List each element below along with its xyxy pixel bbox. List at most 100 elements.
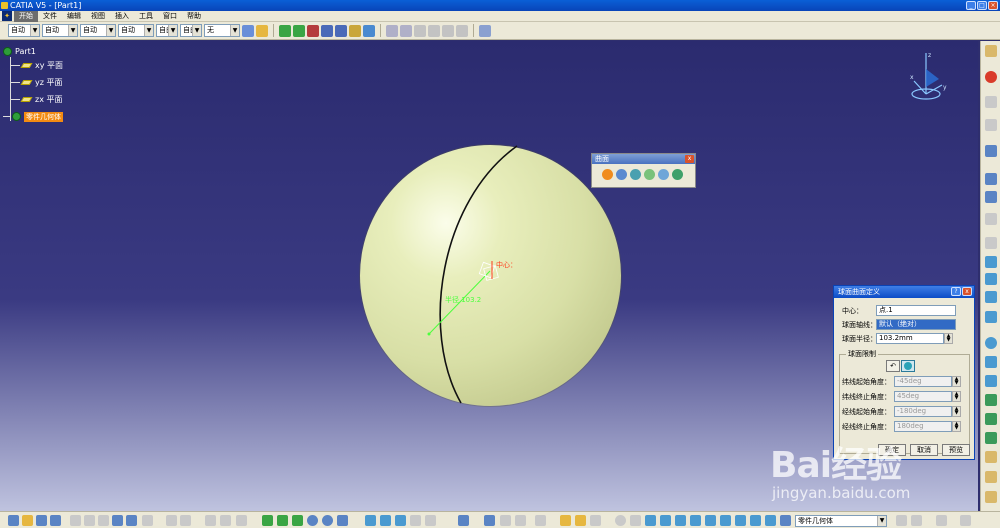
sweep-tool-icon[interactable] <box>658 169 669 180</box>
copy-icon[interactable] <box>84 515 95 526</box>
fill-color-combo[interactable]: 自动 ▼ <box>8 24 40 37</box>
tool-icon-3[interactable] <box>985 191 997 203</box>
tool-bottom-16-icon[interactable] <box>911 515 922 526</box>
pan-bottom-icon[interactable] <box>277 515 288 526</box>
tool-icon-2[interactable] <box>985 173 997 185</box>
iso-view-icon[interactable] <box>365 515 376 526</box>
transparency-combo[interactable]: 自动 ▼ <box>42 24 78 37</box>
tool-bottom-8-icon[interactable] <box>675 515 686 526</box>
tool-icon-17[interactable] <box>985 471 997 483</box>
tool-bottom-13-icon[interactable] <box>750 515 761 526</box>
comment-icon[interactable] <box>180 515 191 526</box>
cut-icon[interactable] <box>70 515 81 526</box>
menu-tools[interactable]: 工具 <box>134 11 158 22</box>
menu-start[interactable]: 开始 <box>14 10 38 22</box>
tool-icon-5[interactable] <box>985 237 997 249</box>
paste-icon[interactable] <box>98 515 109 526</box>
extrude-tool-icon[interactable] <box>616 169 627 180</box>
rotate-icon[interactable] <box>293 24 305 37</box>
parallel-start-spinner[interactable]: ▲ ▼ <box>952 376 961 387</box>
mirror-icon[interactable] <box>500 515 511 526</box>
menu-file[interactable]: 文件 <box>38 11 62 22</box>
painter-icon[interactable] <box>242 24 254 37</box>
tool-icon-15[interactable] <box>985 432 997 444</box>
line-thickness-combo[interactable]: 自动 ▼ <box>80 24 116 37</box>
measure-bottom-icon[interactable] <box>535 515 546 526</box>
tool-icon-18[interactable] <box>985 491 997 503</box>
fill-tool-icon[interactable] <box>672 169 683 180</box>
preview-button[interactable]: 预览 <box>942 444 970 456</box>
tool-icon-9[interactable] <box>985 311 997 323</box>
tool-icon-8[interactable] <box>985 291 997 303</box>
tool-bottom-3-icon[interactable] <box>590 515 601 526</box>
tool-icon-1[interactable] <box>985 145 997 157</box>
zoom-out-icon[interactable] <box>322 515 333 526</box>
line-type-combo[interactable]: 自动 ▼ <box>118 24 154 37</box>
menu-help[interactable]: 帮助 <box>182 11 206 22</box>
meridian-start-spinner[interactable]: ▲ ▼ <box>952 406 961 417</box>
revolve-tool-icon[interactable] <box>630 169 641 180</box>
tool-icon-4[interactable] <box>985 213 997 225</box>
sphere-tool-icon[interactable] <box>602 169 613 180</box>
tool-bottom-12-icon[interactable] <box>735 515 746 526</box>
catalog-icon[interactable] <box>400 24 412 37</box>
brush-icon[interactable] <box>256 24 268 37</box>
tool-bottom-6-icon[interactable] <box>645 515 656 526</box>
macro-icon[interactable] <box>479 24 491 37</box>
tool-bottom-4-icon[interactable] <box>615 515 626 526</box>
menu-edit[interactable]: 编辑 <box>62 11 86 22</box>
formula-bottom-icon[interactable] <box>166 515 177 526</box>
limit-mode-button[interactable]: ↶ <box>886 360 900 372</box>
tool-bottom-18-icon[interactable] <box>960 515 971 526</box>
whole-sphere-button[interactable] <box>901 360 915 372</box>
tool-bottom-17-icon[interactable] <box>936 515 947 526</box>
whats-this-icon[interactable] <box>142 515 153 526</box>
tool-icon-7[interactable] <box>985 273 997 285</box>
menu-window[interactable]: 窗口 <box>158 11 182 22</box>
undo-icon[interactable] <box>112 515 123 526</box>
sketcher-icon[interactable] <box>484 515 495 526</box>
meridian-start-field[interactable]: -180deg <box>894 406 952 417</box>
layer-name-combo[interactable]: 无 ▼ <box>204 24 240 37</box>
tool-icon-6[interactable] <box>985 256 997 268</box>
knowledge-icon[interactable] <box>442 24 454 37</box>
maximize-button[interactable]: □ <box>977 1 987 10</box>
update-icon[interactable] <box>985 119 997 131</box>
tool-bottom-14-icon[interactable] <box>765 515 776 526</box>
tool-bottom-5-icon[interactable] <box>630 515 641 526</box>
dialog-help-button[interactable]: ? <box>951 287 961 296</box>
zoom-in-icon[interactable] <box>307 515 318 526</box>
fly-icon[interactable] <box>236 515 247 526</box>
3d-viewport[interactable]: Part1 xy 平面 yz 平面 zx 平面 零件几何体 中心： 半径 103… <box>0 41 978 511</box>
mouse-icon[interactable] <box>515 515 526 526</box>
parallel-end-field[interactable]: 45deg <box>894 391 952 402</box>
snap-icon[interactable] <box>307 24 319 37</box>
sketch-icon[interactable] <box>985 96 997 108</box>
tool-bottom-1-icon[interactable] <box>560 515 571 526</box>
save-icon[interactable] <box>36 515 47 526</box>
formula-icon[interactable] <box>456 24 468 37</box>
selection-icon[interactable] <box>205 515 216 526</box>
dialog-titlebar[interactable]: 球面曲面定义 ? x <box>834 286 974 298</box>
tool-icon-13[interactable] <box>985 394 997 406</box>
tool-icon-14[interactable] <box>985 413 997 425</box>
surfaces-toolbar[interactable]: 曲面 x <box>591 153 696 188</box>
tool-bottom-9-icon[interactable] <box>690 515 701 526</box>
table-icon[interactable] <box>414 24 426 37</box>
tool-bottom-2-icon[interactable] <box>575 515 586 526</box>
surfaces-toolbar-close-button[interactable]: x <box>685 155 694 163</box>
redo-icon[interactable] <box>126 515 137 526</box>
axis-field[interactable]: 默认（绝对） <box>876 319 956 330</box>
tool-bottom-15-icon[interactable] <box>896 515 907 526</box>
select-icon[interactable] <box>220 515 231 526</box>
minimize-button[interactable]: _ <box>966 1 976 10</box>
hide-show-icon[interactable] <box>395 515 406 526</box>
tool-icon-12[interactable] <box>985 375 997 387</box>
work-object-icon[interactable] <box>780 515 791 526</box>
layer-combo[interactable]: 自由 ▼ <box>180 24 202 37</box>
menu-view[interactable]: 视图 <box>86 11 110 22</box>
rotate-bottom-icon[interactable] <box>292 515 303 526</box>
swap-icon[interactable] <box>410 515 421 526</box>
parallel-end-spinner[interactable]: ▲ ▼ <box>952 391 961 402</box>
normal-view-icon[interactable] <box>337 515 348 526</box>
